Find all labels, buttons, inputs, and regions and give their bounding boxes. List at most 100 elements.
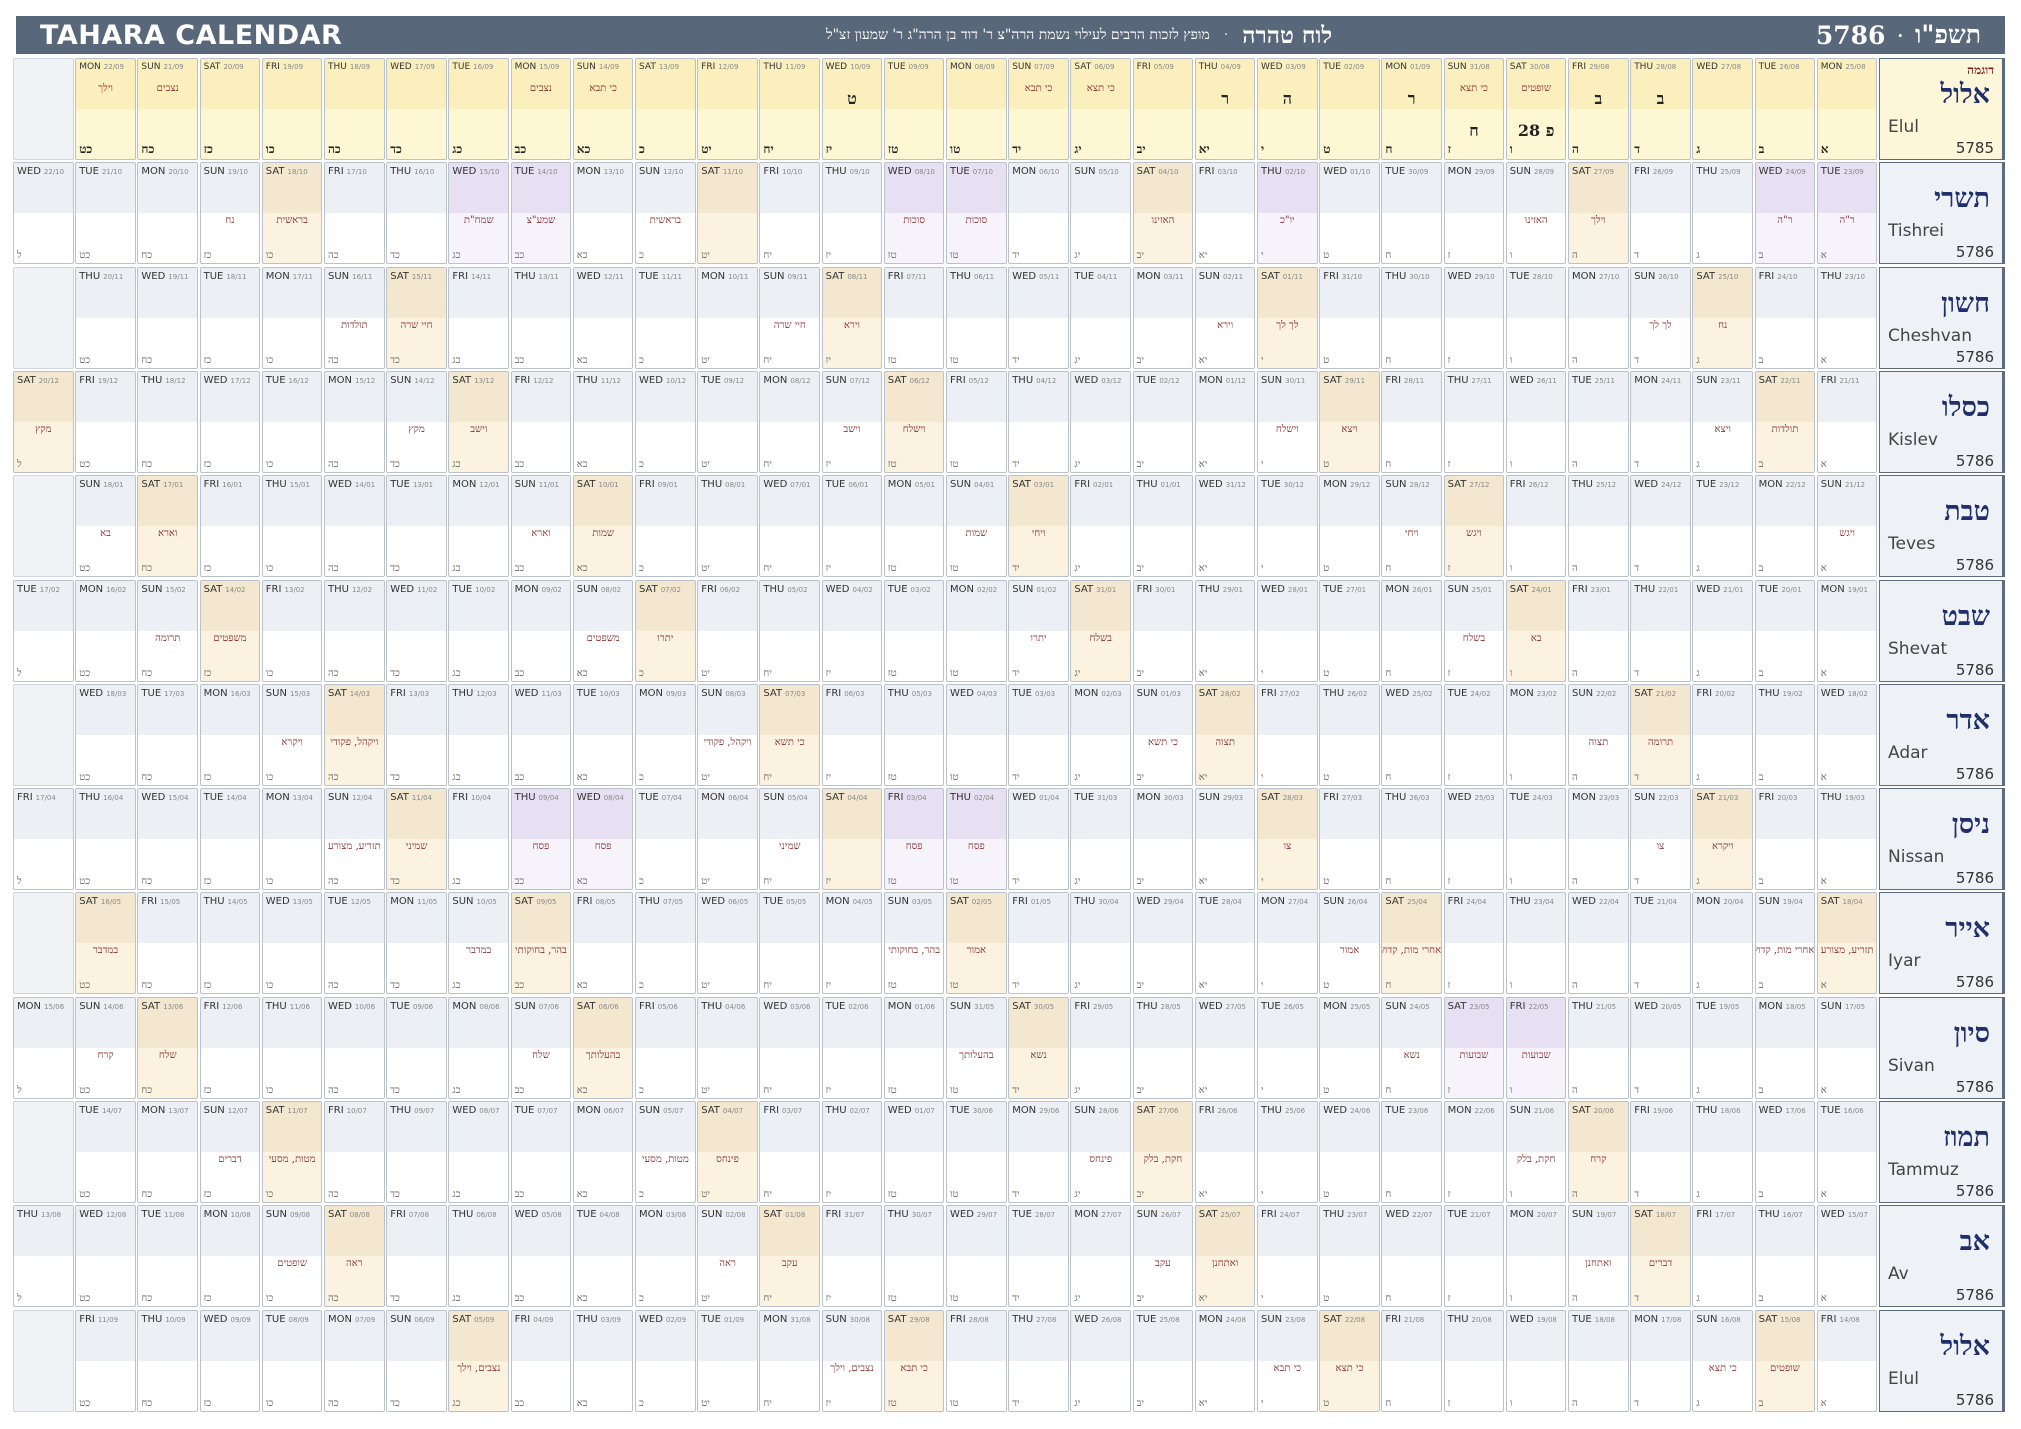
day-cell[interactable]: FRI 10/04 כג [448,788,510,891]
day-cell[interactable]: SAT 14/02 משפטים כז [199,579,261,682]
day-cell[interactable]: SUN 09/08 שופטים כו [261,1205,323,1308]
day-cell[interactable]: THU 18/06 ג [1692,1101,1754,1203]
day-cell[interactable]: MON 01/12 יא [1194,370,1256,473]
day-cell[interactable]: TUE 18/11 כז [199,266,261,369]
day-cell[interactable]: WED 22/10 ל [13,162,74,265]
day-cell[interactable]: WED 04/02 יז [821,579,883,682]
day-cell[interactable]: SAT 14/03 ויקהל, פקודי כה [324,683,385,786]
day-cell[interactable]: SAT 05/09 נצבים, וילך כג [448,1309,510,1412]
day-cell[interactable]: WED 13/05 כו [261,892,323,995]
day-cell[interactable]: TUE 21/07 ז [1443,1205,1505,1308]
day-cell[interactable]: FRI 05/06 כ [635,996,696,1099]
day-cell[interactable]: SAT 31/01 בשלח יג [1070,579,1132,682]
day-cell[interactable]: FRI 23/01 ה [1568,579,1629,682]
day-cell[interactable]: THU 03/09 כא [572,1309,634,1412]
day-cell[interactable]: SUN 03/05 בהר, בחוקותי טז [883,892,945,995]
day-cell[interactable]: SUN 07/09 כי תבא יד [1008,58,1069,160]
day-cell[interactable]: SAT 06/06 בהעלותך כא [572,996,634,1099]
day-cell[interactable]: MON 07/09 כה [324,1309,385,1412]
day-cell[interactable]: FRI 03/04 פסח טז [883,788,945,891]
day-cell[interactable]: THU 19/03 א [1816,788,1878,891]
day-cell[interactable]: FRI 12/06 כז [199,996,261,1099]
day-cell[interactable]: FRI 19/06 ד [1630,1101,1691,1203]
day-cell[interactable]: FRI 27/03 ט [1319,788,1380,891]
day-cell[interactable]: THU 26/02 ט [1319,683,1380,786]
day-cell[interactable]: WED 18/02 א [1816,683,1878,786]
day-cell[interactable]: FRI 13/03 כד [386,683,447,786]
day-cell[interactable]: MON 02/03 יג [1070,683,1132,786]
day-cell[interactable]: MON 08/09 טו [946,58,1007,160]
day-cell[interactable]: THU 20/11 כט [75,266,136,369]
day-cell[interactable]: MON 27/07 יג [1070,1205,1132,1308]
day-cell[interactable]: THU 12/03 כג [448,683,510,786]
day-cell[interactable]: WED 27/05 יא [1194,996,1256,1099]
day-cell[interactable]: WED 15/04 כח [137,788,199,891]
day-cell[interactable]: MON 27/04 י [1257,892,1318,995]
day-cell[interactable]: FRI 28/08 טו [946,1309,1007,1412]
day-cell[interactable]: WED 09/09 כז [199,1309,261,1412]
day-cell[interactable]: TUE 19/05 ג [1692,996,1754,1099]
day-cell[interactable]: SUN 26/07 עקב יב [1132,1205,1194,1308]
day-cell[interactable]: FRI 21/11 א [1816,370,1878,473]
day-cell[interactable]: TUE 25/08 יב [1132,1309,1194,1412]
day-cell[interactable]: WED 07/01 יח [759,475,821,578]
day-cell[interactable]: WED 19/11 כח [137,266,199,369]
day-cell[interactable]: SAT 07/02 יתרו כ [635,579,696,682]
day-cell[interactable]: MON 17/08 ד [1630,1309,1691,1412]
day-cell[interactable]: FRI 05/09 יב [1132,58,1194,160]
day-cell[interactable]: SUN 07/06 שלח כב [510,996,572,1099]
day-cell[interactable]: TUE 02/09 ט [1319,58,1380,160]
day-cell[interactable]: WED 17/06 ב [1754,1101,1816,1203]
day-cell[interactable]: MON 06/07 כא [572,1101,634,1203]
day-cell[interactable]: THU 26/03 ח [1381,788,1443,891]
day-cell[interactable]: TUE 06/01 יז [821,475,883,578]
day-cell[interactable]: SAT 15/11 חיי שרה כד [386,266,447,369]
day-cell[interactable]: THU 09/04 פסח כב [510,788,572,891]
day-cell[interactable]: SAT 18/07 דברים ד [1630,1205,1691,1308]
day-cell[interactable]: THU 02/07 יז [821,1101,883,1203]
day-cell[interactable]: THU 30/07 טז [883,1205,945,1308]
day-cell[interactable]: SUN 21/12 ויגש א [1816,475,1878,578]
day-cell[interactable]: TUE 10/03 כא [572,683,634,786]
day-cell[interactable]: FRI 26/06 יא [1194,1101,1256,1203]
day-cell[interactable]: SUN 08/03 ויקהל, פקודי יט [697,683,758,786]
day-cell[interactable]: TUE 07/07 כב [510,1101,572,1203]
day-cell[interactable]: SUN 10/05 במדבר כג [448,892,510,995]
day-cell[interactable]: THU 10/09 כח [137,1309,199,1412]
day-cell[interactable]: THU 23/10 א [1816,266,1878,369]
day-cell[interactable]: WED 17/12 כז [199,370,261,473]
day-cell[interactable]: TUE 28/07 יד [1008,1205,1069,1308]
day-cell[interactable]: SAT 21/02 תרומה ד [1630,683,1691,786]
day-cell[interactable]: MON 12/01 כג [448,475,510,578]
day-cell[interactable]: WED 17/09 כד [386,58,447,160]
day-cell[interactable]: MON 06/04 יט [697,788,758,891]
day-cell[interactable]: WED 12/08 כט [75,1205,136,1308]
day-cell[interactable]: TUE 09/06 כד [386,996,447,1099]
day-cell[interactable]: FRI 22/05 שבועות ו [1505,996,1567,1099]
day-cell[interactable]: FRI 15/05 כח [137,892,199,995]
day-cell[interactable]: SAT 21/03 ויקרא ג [1692,788,1754,891]
day-cell[interactable]: MON 10/11 יט [697,266,758,369]
day-cell[interactable]: THU 28/08 ב ד [1630,58,1691,160]
day-cell[interactable]: MON 22/06 ז [1443,1101,1505,1203]
day-cell[interactable]: MON 20/04 ג [1692,892,1754,995]
day-cell[interactable]: SAT 27/12 ויגש ז [1443,475,1505,578]
day-cell[interactable]: WED 08/07 כג [448,1101,510,1203]
day-cell[interactable]: SAT 01/08 עקב יח [759,1205,821,1308]
day-cell[interactable]: TUE 04/08 כא [572,1205,634,1308]
day-cell[interactable]: SUN 12/04 תזריע, מצורע כה [324,788,385,891]
day-cell[interactable]: SUN 02/11 וירא יא [1194,266,1256,369]
day-cell[interactable]: WED 15/10 שמח"ת כג [448,162,510,265]
day-cell[interactable]: SUN 11/01 וארא כב [510,475,572,578]
day-cell[interactable]: SUN 16/08 כי תצא ג [1692,1309,1754,1412]
day-cell[interactable]: WED 01/10 ט [1319,162,1380,265]
day-cell[interactable]: WED 29/04 יב [1132,892,1194,995]
day-cell[interactable]: SAT 25/10 נח ג [1692,266,1754,369]
day-cell[interactable]: TUE 17/02 ל [13,579,74,682]
day-cell[interactable]: FRI 24/10 ב [1754,266,1816,369]
day-cell[interactable]: MON 27/10 ה [1568,266,1629,369]
day-cell[interactable]: MON 30/03 יב [1132,788,1194,891]
day-cell[interactable]: SUN 04/01 שמות טו [946,475,1007,578]
day-cell[interactable]: THU 06/08 כג [448,1205,510,1308]
day-cell[interactable]: MON 09/03 כ [635,683,696,786]
